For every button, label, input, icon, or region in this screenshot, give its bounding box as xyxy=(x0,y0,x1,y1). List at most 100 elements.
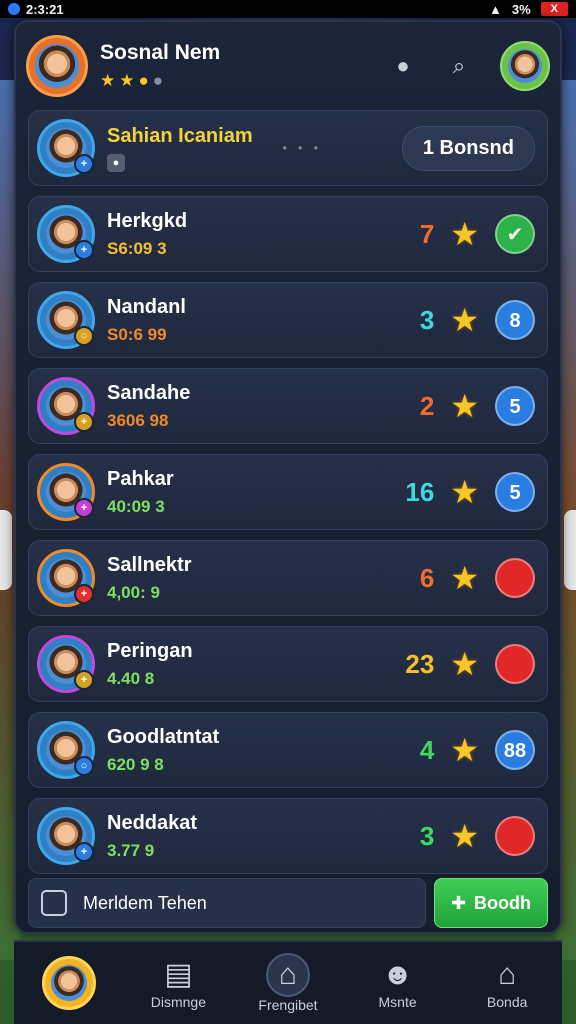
player-score: 3.77 9 xyxy=(107,840,155,860)
gem-icon: ● xyxy=(152,71,164,90)
plus-icon: ✚ xyxy=(450,892,467,913)
nav-profile[interactable] xyxy=(14,956,124,1010)
player-score-row: 3.77 9 xyxy=(107,841,197,861)
nav-dismnge[interactable]: ▤ Dismnge xyxy=(124,956,234,1010)
result-badge[interactable]: 88 xyxy=(495,730,535,770)
nav-bonda[interactable]: ⌂ Bonda xyxy=(452,956,562,1010)
profile-header: Sosnal Nem ★ ★ ● ● ● ⌕ xyxy=(26,28,550,104)
star-icon: ★ xyxy=(119,71,135,90)
signal-icon: ▲ xyxy=(488,1,502,17)
star-icon: ★ xyxy=(100,71,116,90)
player-score: 3606 98 xyxy=(107,410,169,430)
player-name: Sandahe xyxy=(107,381,191,404)
status-badge-icon: + xyxy=(74,842,94,862)
nav-msnte[interactable]: ☻ Msnte xyxy=(343,956,453,1010)
player-avatar: ○ xyxy=(37,721,95,779)
message-field-label: Merldem Tehen xyxy=(83,892,207,913)
result-badge[interactable]: 5 xyxy=(495,472,535,512)
message-field[interactable]: Merldem Tehen xyxy=(28,878,426,928)
player-name: Goodlatntat xyxy=(107,725,220,748)
player-score-row: S0:6 99 xyxy=(107,325,186,345)
status-badge-icon: + xyxy=(74,670,94,690)
avatar-face xyxy=(508,49,542,83)
my-avatar[interactable] xyxy=(500,41,550,91)
player-avatar: + xyxy=(37,205,95,263)
player-card[interactable]: ○ Nandanl S0:6 99 3 ★ 8 xyxy=(28,282,548,358)
plus-badge-icon: + xyxy=(74,154,94,174)
result-badge[interactable] xyxy=(495,816,535,856)
player-count: 4 xyxy=(419,734,435,765)
player-count: 3 xyxy=(419,820,435,851)
player-avatar: + xyxy=(37,119,95,177)
player-name: Peringan xyxy=(107,639,193,662)
result-badge[interactable] xyxy=(495,644,535,684)
status-bar: 2:3:21 ▲ 3% X xyxy=(0,0,576,18)
shop-icon: ⌂ xyxy=(498,958,517,991)
status-badge-icon: + xyxy=(74,412,94,432)
player-count: 7 xyxy=(419,218,435,249)
user-icon[interactable]: ● xyxy=(388,51,418,81)
player-score-row: 3606 98 xyxy=(107,411,190,431)
nav-label: Frengibet xyxy=(258,997,318,1013)
search-icon[interactable]: ⌕ xyxy=(444,51,474,81)
star-icon: ★ xyxy=(450,216,479,252)
friends-panel: Sosnal Nem ★ ★ ● ● ● ⌕ + Sahian Icaniam … xyxy=(14,20,562,934)
status-badge-icon: + xyxy=(74,498,94,518)
star-icon: ★ xyxy=(450,732,479,768)
result-badge[interactable]: 5 xyxy=(495,386,535,426)
book-icon: ▤ xyxy=(164,958,193,991)
player-score-row: ● xyxy=(107,153,253,172)
bottom-action-bar: Merldem Tehen ✚ Boodh xyxy=(28,878,548,928)
star-icon: ★ xyxy=(450,560,479,596)
nav-frengibet[interactable]: ⌂ Frengibet xyxy=(233,953,343,1013)
status-badge-icon: + xyxy=(74,240,94,260)
featured-player-card[interactable]: + Sahian Icaniam ● • • • 1 Bonsnd xyxy=(28,110,548,186)
profile-avatar[interactable] xyxy=(26,35,88,97)
player-name: Sahian Icaniam xyxy=(107,124,253,147)
player-card[interactable]: + Pahkar 40:09 3 16 ★ 5 xyxy=(28,454,548,530)
player-score: 4,00: 9 xyxy=(107,582,160,602)
star-icon: ★ xyxy=(450,388,479,424)
player-card[interactable]: + Sallnektr 4,00: 9 6 ★ xyxy=(28,540,548,616)
gem-icon: ● xyxy=(107,153,125,172)
left-edge-handle[interactable] xyxy=(0,510,12,590)
result-badge[interactable] xyxy=(495,558,535,598)
player-card[interactable]: + Sandahe 3606 98 2 ★ 5 xyxy=(28,368,548,444)
add-button-label: Boodh xyxy=(474,892,532,913)
player-score-row: 4,00: 9 xyxy=(107,583,191,603)
bottom-navigation: ▤ Dismnge ⌂ Frengibet ☻ Msnte ⌂ Bonda xyxy=(14,940,562,1024)
right-edge-handle[interactable] xyxy=(564,510,576,590)
player-avatar: + xyxy=(37,635,95,693)
player-avatar: + xyxy=(37,807,95,865)
player-count: 2 xyxy=(419,390,435,421)
nav-avatar xyxy=(41,956,96,1010)
player-card[interactable]: + Peringan 4.40 8 23 ★ xyxy=(28,626,548,702)
profile-stars: ★ ★ ● ● xyxy=(100,71,220,91)
message-icon xyxy=(41,890,67,916)
add-button[interactable]: ✚ Boodh xyxy=(434,878,548,928)
player-count: 16 xyxy=(405,476,435,507)
player-card[interactable]: + Herkgkd S6:09 3 7 ★ ✔ xyxy=(28,196,548,272)
star-icon: ★ xyxy=(450,302,479,338)
star-icon: ★ xyxy=(450,646,479,682)
player-count: 6 xyxy=(419,562,435,593)
player-avatar: + xyxy=(37,377,95,435)
player-score: 4.40 8 xyxy=(107,668,155,688)
result-badge[interactable]: ✔ xyxy=(495,214,535,254)
status-time: 2:3:21 xyxy=(26,1,64,17)
bonus-button[interactable]: 1 Bonsnd xyxy=(401,125,535,171)
player-score: 40:09 3 xyxy=(107,496,165,516)
nav-label: Msnte xyxy=(378,994,417,1010)
player-score-row: 4.40 8 xyxy=(107,669,193,689)
player-card[interactable]: + Neddakat 3.77 9 3 ★ xyxy=(28,798,548,874)
close-button[interactable]: X xyxy=(540,2,568,16)
player-name: Nandanl xyxy=(107,295,186,318)
player-name: Sallnektr xyxy=(107,553,192,576)
player-card[interactable]: ○ Goodlatntat 620 9 8 4 ★ 88 xyxy=(28,712,548,788)
result-badge[interactable]: 8 xyxy=(495,300,535,340)
star-icon: ★ xyxy=(450,818,479,854)
player-score: 620 9 8 xyxy=(107,754,164,774)
profile-name: Sosnal Nem xyxy=(100,41,221,64)
home-icon: ⌂ xyxy=(265,953,310,997)
player-avatar: + xyxy=(37,463,95,521)
